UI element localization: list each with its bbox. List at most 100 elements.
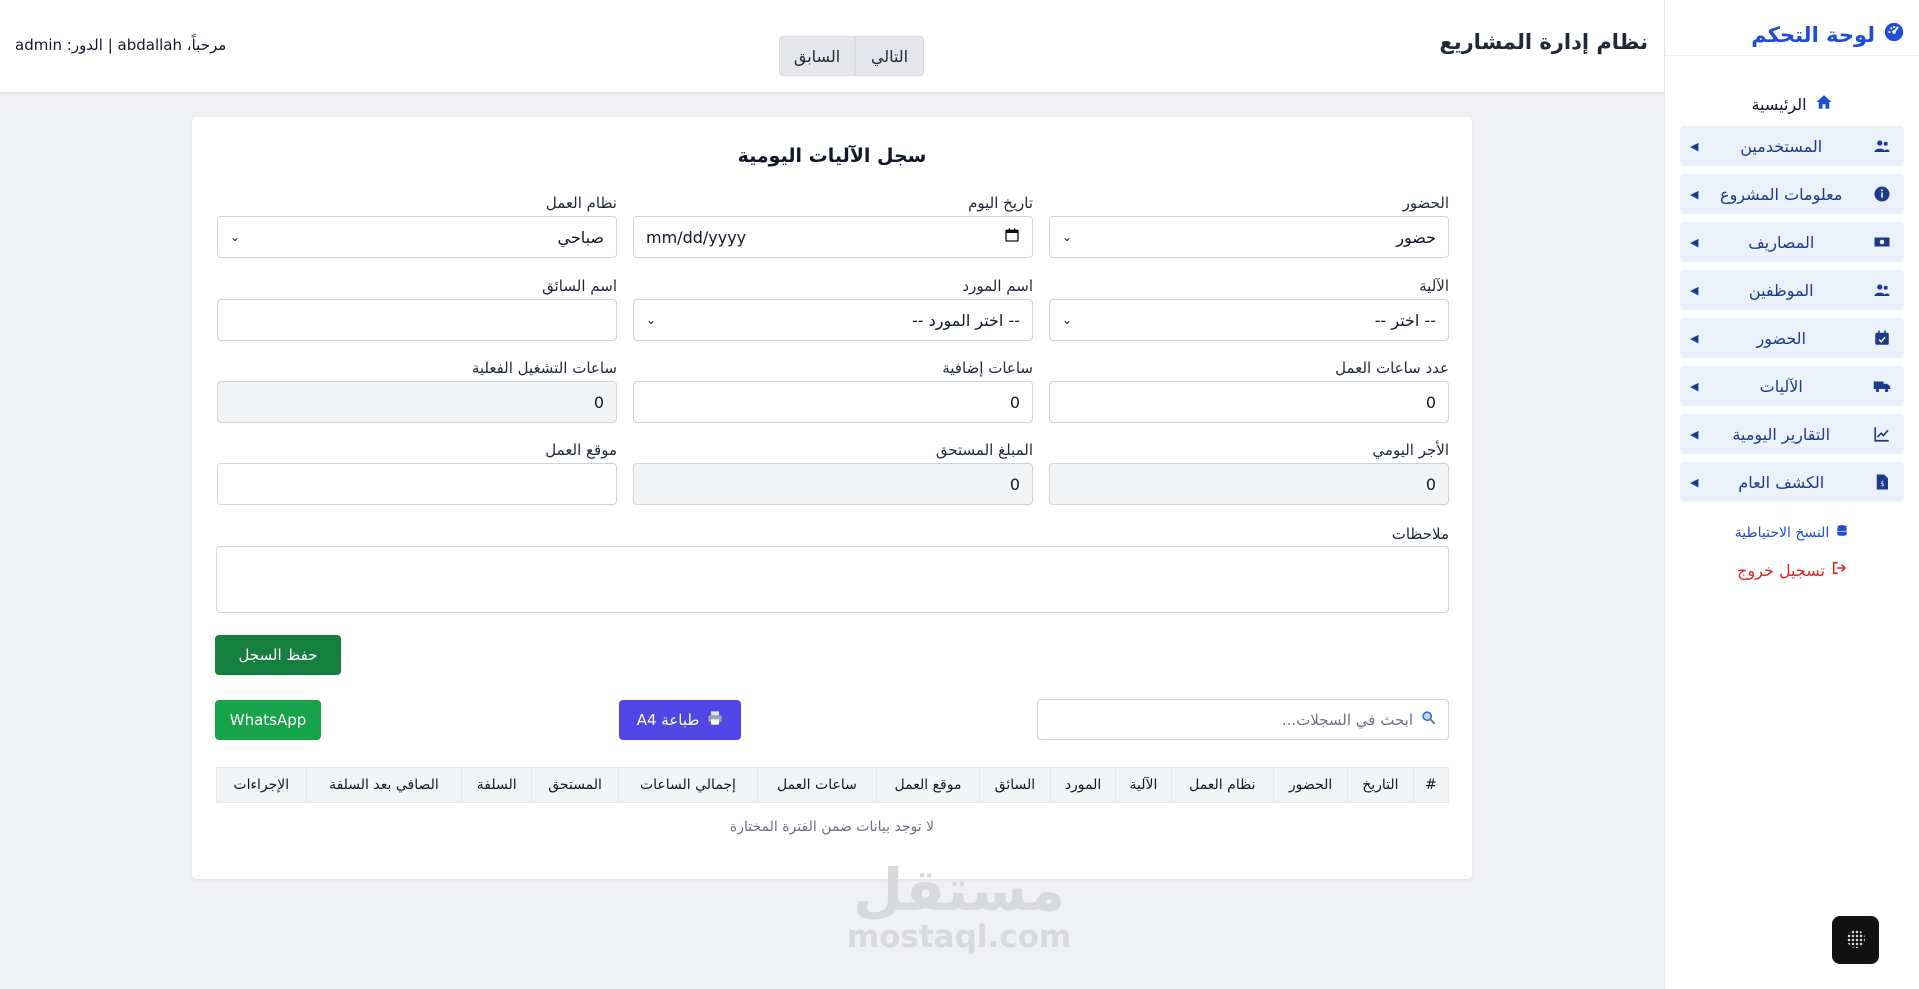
actual-hours-field: ساعات التشغيل الفعلية 0: [217, 359, 617, 423]
users-icon: [1872, 281, 1892, 299]
money-icon: [1872, 233, 1892, 251]
driver-field: اسم السائق: [217, 277, 617, 341]
machine-label: الآلية: [1419, 277, 1449, 295]
sidebar-menu: المستخدمين ◀ معلومات المشروع ◀ المصاريف …: [1665, 126, 1919, 502]
sidebar-item-project-info[interactable]: معلومات المشروع ◀: [1680, 174, 1904, 214]
due-amount-input: 0: [633, 463, 1033, 505]
chat-widget-logo[interactable]: [1832, 916, 1879, 964]
daily-wage-value: 0: [1425, 474, 1436, 494]
logout-link[interactable]: تسجيل خروج: [1665, 546, 1919, 580]
shift-label: نظام العمل: [545, 194, 617, 212]
sidebar-item-users[interactable]: المستخدمين ◀: [1680, 126, 1904, 166]
calendar-check-icon: [1872, 329, 1892, 347]
search-icon: [1421, 710, 1436, 729]
sidebar-item-home[interactable]: الرئيسية: [1665, 56, 1919, 126]
sidebar-item-daily-reports[interactable]: التقارير اليومية ◀: [1680, 414, 1904, 454]
logout-label: تسجيل خروج: [1737, 560, 1825, 580]
extra-hours-label: ساعات إضافية: [942, 359, 1033, 377]
machine-select[interactable]: -- اختر -- ⌄: [1049, 299, 1449, 341]
col-advance: السلفة: [461, 767, 533, 803]
date-field: تاريخ اليوم mm/dd/yyyy: [633, 194, 1033, 258]
print-label: طباعة A4: [636, 711, 700, 729]
sidebar-item-attendance[interactable]: الحضور ◀: [1680, 318, 1904, 358]
prev-button[interactable]: السابق: [779, 36, 855, 76]
watermark-latin: mostaql.com: [846, 919, 1072, 955]
due-amount-label: المبلغ المستحق: [935, 441, 1033, 459]
sidebar-item-backup[interactable]: النسخ الاحتياطية: [1665, 510, 1919, 546]
sidebar-brand[interactable]: لوحة التحكم: [1665, 0, 1919, 56]
due-amount-value: 0: [1009, 474, 1020, 494]
sidebar-item-label: المصاريف: [1748, 232, 1815, 252]
work-hours-field: عدد ساعات العمل 0: [1049, 359, 1449, 423]
sidebar-item-label: المستخدمين: [1740, 136, 1823, 156]
top-header: نظام إدارة المشاريع السابق التالي مرحباً…: [0, 0, 1664, 93]
col-location: موقع العمل: [875, 767, 981, 803]
calendar-icon[interactable]: [1004, 227, 1020, 247]
table-header-row: # التاريخ الحضور نظام العمل الآلية المور…: [216, 767, 1450, 803]
chevron-down-icon: ⌄: [1062, 230, 1073, 244]
actual-hours-label: ساعات التشغيل الفعلية: [471, 359, 617, 377]
search-input[interactable]: ابحث في السجلات...: [1282, 711, 1413, 729]
driver-label: اسم السائق: [542, 277, 617, 295]
chart-line-icon: [1872, 425, 1892, 443]
location-field: موقع العمل: [217, 441, 617, 505]
sidebar-item-label: معلومات المشروع: [1720, 184, 1843, 204]
location-input[interactable]: [217, 463, 617, 505]
shift-field: نظام العمل صباحي ⌄: [217, 194, 617, 258]
page-title: نظام إدارة المشاريع: [1439, 30, 1648, 54]
user-welcome: مرحباً، abdallah | الدور: admin: [15, 36, 227, 54]
daily-wage-field: الأجر اليومي 0: [1049, 441, 1449, 505]
date-input[interactable]: mm/dd/yyyy: [633, 216, 1033, 258]
chevron-down-icon: ⌄: [1062, 313, 1073, 327]
col-date: التاريخ: [1347, 767, 1414, 803]
extra-hours-value: 0: [1009, 392, 1020, 412]
search-box[interactable]: ابحث في السجلات...: [1037, 699, 1449, 740]
col-actions: الإجراءات: [216, 767, 307, 803]
sidebar-item-machines[interactable]: الآليات ◀: [1680, 366, 1904, 406]
daily-wage-label: الأجر اليومي: [1372, 441, 1449, 459]
sidebar-home-label: الرئيسية: [1751, 94, 1807, 114]
sidebar-item-label: الموظفين: [1748, 280, 1814, 300]
sidebar-backup-label: النسخ الاحتياطية: [1734, 525, 1830, 541]
work-hours-input[interactable]: 0: [1049, 381, 1449, 423]
shift-select[interactable]: صباحي ⌄: [217, 216, 617, 258]
chevron-down-icon: ⌄: [646, 313, 657, 327]
extra-hours-field: ساعات إضافية 0: [633, 359, 1033, 423]
dashboard-icon: [1883, 21, 1905, 48]
truck-icon: [1872, 377, 1892, 395]
pagination-controls: السابق التالي: [779, 36, 924, 76]
caret-left-icon: ◀: [1690, 379, 1699, 393]
sidebar-item-expenses[interactable]: المصاريف ◀: [1680, 222, 1904, 262]
driver-input[interactable]: [217, 299, 617, 341]
sidebar-item-general-statement[interactable]: $ الكشف العام ◀: [1680, 462, 1904, 502]
date-placeholder: mm/dd/yyyy: [646, 227, 747, 247]
supplier-select[interactable]: -- اختر المورد -- ⌄: [633, 299, 1033, 341]
supplier-value: -- اختر المورد --: [911, 310, 1020, 330]
actual-hours-value: 0: [593, 392, 604, 412]
sidebar-item-label: الحضور: [1756, 328, 1806, 348]
supplier-field: اسم المورد -- اختر المورد -- ⌄: [633, 277, 1033, 341]
col-shift: نظام العمل: [1170, 767, 1275, 803]
info-icon: [1872, 185, 1892, 203]
col-total-hours: إجمالي الساعات: [618, 767, 758, 803]
extra-hours-input[interactable]: 0: [633, 381, 1033, 423]
blackbox-icon: [1846, 930, 1865, 948]
col-attendance: الحضور: [1273, 767, 1349, 803]
caret-left-icon: ◀: [1690, 187, 1699, 201]
col-index: #: [1412, 767, 1450, 803]
attendance-field: الحضور حضور ⌄: [1049, 194, 1449, 258]
whatsapp-button[interactable]: WhatsApp: [215, 700, 321, 740]
svg-text:$: $: [1880, 480, 1884, 488]
notes-textarea[interactable]: [216, 546, 1449, 613]
chevron-down-icon: ⌄: [230, 230, 241, 244]
caret-left-icon: ◀: [1690, 331, 1699, 345]
print-a4-button[interactable]: طباعة A4: [619, 700, 741, 740]
sidebar-item-employees[interactable]: الموظفين ◀: [1680, 270, 1904, 310]
file-invoice-icon: $: [1872, 473, 1892, 491]
notes-label: ملاحظات: [1391, 525, 1449, 543]
work-hours-label: عدد ساعات العمل: [1335, 359, 1449, 377]
next-button[interactable]: التالي: [855, 36, 924, 76]
col-work-hours: ساعات العمل: [756, 767, 877, 803]
attendance-select[interactable]: حضور ⌄: [1049, 216, 1449, 258]
save-record-button[interactable]: حفظ السجل: [215, 635, 341, 675]
